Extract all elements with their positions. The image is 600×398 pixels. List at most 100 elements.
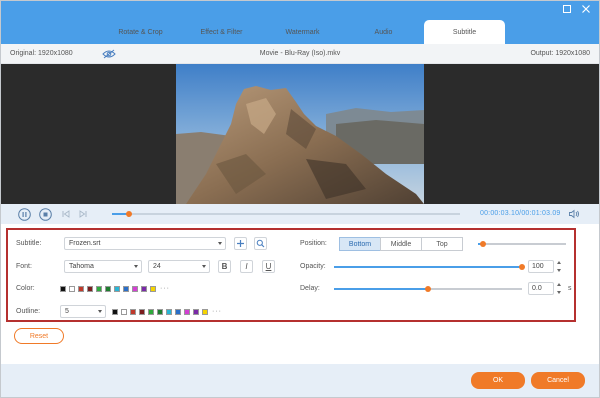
tab-list: Rotate & Crop Effect & Filter Watermark … [100,20,505,44]
volume-icon[interactable] [568,208,580,220]
outline-swatch[interactable] [175,308,181,315]
opacity-stepper[interactable] [555,260,562,273]
font-family-select[interactable]: Tahoma [64,260,142,273]
close-icon[interactable] [580,3,592,15]
pause-icon[interactable] [17,207,31,221]
color-label: Color: [16,285,35,292]
ok-button[interactable]: OK [471,372,525,389]
tab-label: Audio [374,28,393,36]
outline-width-value: 5 [65,308,69,315]
stop-icon[interactable] [38,207,52,221]
outline-swatch[interactable] [202,308,208,315]
opacity-slider-fill [334,266,522,268]
color-swatch[interactable] [114,285,120,292]
chevron-down-icon [218,242,222,245]
delay-value: 0.0 [532,285,542,292]
delay-slider-handle[interactable] [425,286,431,292]
seek-slider[interactable] [112,211,460,217]
cancel-button[interactable]: Cancel [531,372,585,389]
outline-swatch[interactable] [121,308,127,315]
subtitle-file-value: Frozen.srt [69,240,101,247]
subtitle-settings-panel: Subtitle: Frozen.srt Font: Tahoma 24 B I… [6,228,576,322]
color-swatch[interactable] [123,285,129,292]
seek-handle[interactable] [125,211,132,217]
position-top-button[interactable]: Top [421,237,463,251]
more-colors-button[interactable]: ··· [160,285,170,292]
color-swatch[interactable] [105,285,111,292]
restore-window-icon[interactable] [561,3,573,15]
color-swatch[interactable] [87,285,93,292]
subtitle-label: Subtitle: [16,240,42,247]
position-slider-handle[interactable] [480,241,487,247]
underline-glyph: U [265,262,272,271]
decrement-icon[interactable] [556,269,561,272]
tab-subtitle[interactable]: Subtitle [424,20,505,44]
font-label: Font: [16,263,32,270]
delay-input[interactable]: 0.0 [528,282,554,295]
delay-slider[interactable] [334,286,522,292]
tab-label: Watermark [285,28,320,36]
outline-swatch[interactable] [148,308,154,315]
position-middle-button[interactable]: Middle [380,237,422,251]
bold-button[interactable]: B [218,260,231,273]
next-frame-icon[interactable] [76,207,90,221]
outline-swatch[interactable] [112,308,118,315]
opacity-input[interactable]: 100 [528,260,554,273]
delay-stepper[interactable] [555,282,562,295]
position-bottom-button[interactable]: Bottom [339,237,381,251]
chevron-down-icon [202,265,206,268]
previous-frame-icon[interactable] [59,207,73,221]
underline-button[interactable]: U [262,260,275,273]
tab-label: Effect & Filter [200,28,243,36]
video-frame [176,64,424,204]
outline-swatch[interactable] [130,308,136,315]
reset-button[interactable]: Reset [14,328,64,344]
bold-glyph: B [221,262,228,271]
tab-audio[interactable]: Audio [343,20,424,44]
search-subtitle-button[interactable] [254,237,267,250]
opacity-label: Opacity: [300,263,326,270]
color-swatch[interactable] [78,285,84,292]
color-swatch[interactable] [150,285,156,292]
more-outline-colors-button[interactable]: ··· [212,308,222,315]
delay-label: Delay: [300,285,320,292]
tab-effect-filter[interactable]: Effect & Filter [181,20,262,44]
delay-unit: s [568,285,572,292]
playback-bar: 00:00:03.10/00:01:03.09 [0,204,600,224]
color-swatch[interactable] [132,285,138,292]
color-swatch[interactable] [141,285,147,292]
info-bar: Original: 1920x1080 Movie - Blu-Ray (Iso… [0,44,600,64]
outline-swatch[interactable] [139,308,145,315]
opacity-value: 100 [532,263,544,270]
font-size-select[interactable]: 24 [148,260,210,273]
italic-button[interactable]: I [240,260,253,273]
outline-swatch[interactable] [157,308,163,315]
video-preview-area [0,64,600,204]
font-family-value: Tahoma [69,263,94,270]
opacity-slider[interactable] [334,264,525,270]
subtitle-file-select[interactable]: Frozen.srt [64,237,226,250]
decrement-icon[interactable] [556,291,561,294]
color-swatch[interactable] [96,285,102,292]
tab-watermark[interactable]: Watermark [262,20,343,44]
color-swatch[interactable] [60,285,66,292]
outline-swatch-row: ··· [112,308,222,315]
opacity-slider-handle[interactable] [519,264,525,270]
font-size-value: 24 [153,263,161,270]
delay-slider-fill [334,288,428,290]
tab-label: Subtitle [452,28,477,36]
color-swatch[interactable] [69,285,75,292]
increment-icon[interactable] [556,283,561,286]
position-segmented-control: Bottom Middle Top [339,237,463,251]
outline-swatch[interactable] [166,308,172,315]
position-label: Position: [300,240,327,247]
italic-glyph: I [245,262,248,271]
tab-rotate-crop[interactable]: Rotate & Crop [100,20,181,44]
outline-swatch[interactable] [184,308,190,315]
outline-swatch[interactable] [193,308,199,315]
increment-icon[interactable] [556,261,561,264]
position-slider[interactable] [478,241,566,247]
outline-width-select[interactable]: 5 [60,305,106,318]
plus-icon [237,240,244,247]
add-subtitle-button[interactable] [234,237,247,250]
